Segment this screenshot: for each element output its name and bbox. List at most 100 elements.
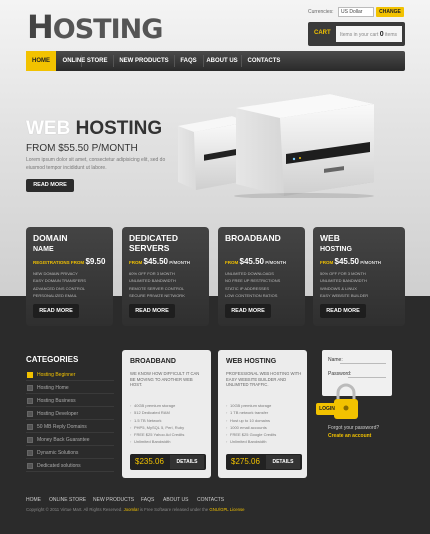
password-field[interactable] (348, 377, 386, 378)
card-subtitle: WE KNOW HOW DIFFICULT IT CAN BE MOVING T… (130, 371, 200, 388)
bullet-icon (27, 372, 33, 378)
plan-feature: PERSONALIZED EMAIL (33, 292, 78, 298)
nav-home[interactable]: HOME (26, 51, 56, 71)
cart-box[interactable]: CART Items in your cart 0 items (308, 22, 405, 46)
details-button[interactable]: DETAILS (170, 455, 204, 469)
plan-price: FROM $45.50 P/MONTH (225, 257, 286, 266)
category-item[interactable]: Dynamic Solutions (26, 447, 114, 459)
nav-about-us[interactable]: ABOUT US (204, 51, 240, 71)
category-item[interactable]: Hosting Business (26, 395, 114, 407)
card-feature: Unlimited Bandwidth (130, 438, 184, 446)
forgot-password-link[interactable]: Forgot your password? (328, 425, 379, 431)
plan-price: REGISTRATIONS FROM $9.50 (33, 257, 105, 266)
footer-link-faqs[interactable]: FAQS (141, 497, 154, 503)
plan-domain-name: DOMAIN NAME REGISTRATIONS FROM $9.50 NEW… (26, 227, 113, 326)
card-feature: 1000 email accounts (226, 424, 276, 432)
hero-title-dark: HOSTING (75, 118, 163, 139)
bullet-icon (27, 437, 33, 443)
footer-link-new-products[interactable]: NEW PRODUCTS (93, 497, 134, 503)
currency-select[interactable]: US Dollar (338, 7, 374, 17)
category-label: Dynamic Solutions (37, 450, 79, 456)
category-item[interactable]: Hosting Developer (26, 408, 114, 420)
plan-features: 60% OFF FOR 3 MONTH UNLIMITED BANDWIDTH … (129, 270, 185, 299)
details-button[interactable]: DETAILS (266, 455, 300, 469)
plan-read-more-button[interactable]: READ MORE (129, 304, 175, 318)
category-label: Hosting Business (37, 398, 76, 404)
card-feature: 1 TB network transfer (226, 409, 276, 417)
plan-title-line2: HOSTING (320, 245, 352, 253)
joomla-link[interactable]: Joomla! (124, 507, 139, 512)
category-label: 50 MB Reply Domains (37, 424, 87, 430)
plan-title-line2: SERVERS (129, 242, 170, 253)
cart-text-after: items (385, 32, 397, 38)
plan-price-per: P/MONTH (265, 260, 286, 265)
footer-link-contacts[interactable]: CONTACTS (197, 497, 224, 503)
card-feature: 40GB premium storage (130, 402, 184, 410)
logo[interactable]: HOSTING (27, 8, 164, 46)
plan-web-hosting: WEB HOSTING FROM $45.50 P/MONTH 50% OFF … (313, 227, 405, 326)
hero-title: WEB HOSTING (26, 118, 162, 140)
cart-label: CART (314, 30, 331, 36)
card-feature: Unlimited Bandwidth (226, 438, 276, 446)
plan-read-more-button[interactable]: READ MORE (225, 304, 271, 318)
plan-price: FROM $45.50 P/MONTH (320, 257, 381, 266)
change-currency-button[interactable]: CHANGE (376, 7, 404, 17)
hero-read-more-button[interactable]: READ MORE (26, 179, 74, 192)
plan-title-line2: NAME (33, 245, 54, 253)
nav-contacts[interactable]: CONTACTS (242, 51, 286, 71)
category-label: Hosting Developer (37, 411, 79, 417)
plan-feature: WINDOWS & LINUX (320, 285, 357, 291)
plan-title: DOMAIN NAME (33, 233, 68, 254)
plan-feature: SECURE PRIVATE NETWORK (129, 292, 185, 298)
nav-new-products[interactable]: NEW PRODUCTS (115, 51, 173, 71)
category-item[interactable]: Hosting Beginner (26, 369, 114, 381)
plan-feature: LOW CONTENTION RATIOS (225, 292, 278, 298)
plan-price-value: $45.50 (239, 257, 264, 266)
plan-price-per: P/MONTH (360, 260, 381, 265)
copyright-text: Copyright © 2011 Virtue Mart. All Rights… (26, 507, 123, 512)
card-subtitle: PROFESSIONAL WEB HOSTING WITH EASY WEBSI… (226, 371, 302, 388)
plan-title: WEB HOSTING (320, 233, 352, 254)
plan-read-more-button[interactable]: READ MORE (33, 304, 79, 318)
main-nav: HOME ONLINE STORE NEW PRODUCTS FAQS ABOU… (26, 51, 405, 71)
plan-price-prefix: FROM (320, 260, 334, 265)
plan-dedicated-servers: DEDICATED SERVERS FROM $45.50 P/MONTH 60… (122, 227, 209, 326)
bullet-icon (27, 450, 33, 456)
plan-read-more-button[interactable]: READ MORE (320, 304, 366, 318)
plan-feature: STATIC IP ADDRESSES (225, 285, 270, 291)
plan-features: 50% OFF FOR 3 MONTH UNLIMITED BANDWIDTH … (320, 270, 368, 299)
plan-features: UNLIMITED DOWNLOADS NO FREE UP RESTRICTI… (225, 270, 280, 299)
footer-link-home[interactable]: HOME (26, 497, 41, 503)
category-item[interactable]: Dedicated solutions (26, 460, 114, 472)
category-item[interactable]: 50 MB Reply Domains (26, 421, 114, 433)
hero-price: FROM $55.50 P/MONTH (26, 143, 138, 154)
nav-faqs[interactable]: FAQS (175, 51, 202, 71)
license-link[interactable]: GNU/GPL License (209, 507, 244, 512)
plan-title-line1: DOMAIN (33, 233, 68, 243)
categories-heading: CATEGORIES (26, 355, 79, 364)
plan-price-value: $45.50 (334, 257, 359, 266)
footer-link-about-us[interactable]: ABOUT US (163, 497, 188, 503)
footer-link-online-store[interactable]: ONLINE STORE (49, 497, 86, 503)
server-illustration (178, 94, 374, 198)
padlock-icon (334, 383, 358, 419)
plan-price-per: P/MONTH (169, 260, 190, 265)
card-footer: $275.06 DETAILS (226, 454, 302, 470)
plan-title-line1: WEB (320, 233, 340, 243)
logo-text: OSTING (52, 14, 164, 45)
plan-feature: EASY WEBSITE BUILDER (320, 292, 369, 298)
hero-text: Lorem ipsum dolor sit amet, consectetur … (26, 157, 166, 171)
plan-feature: NEW DOMAIN PRIVACY (33, 271, 78, 276)
category-item[interactable]: Money Back Guarantee (26, 434, 114, 446)
create-account-link[interactable]: Create an account (328, 433, 371, 439)
plan-title-line1: BROADBAND (225, 233, 281, 243)
category-item[interactable]: Hosting Home (26, 382, 114, 394)
card-features: 40GB premium storage 512 Dedicated RAM 1… (130, 402, 184, 446)
name-field[interactable] (340, 363, 386, 364)
plan-price-value: $45.50 (143, 257, 168, 266)
login-button[interactable]: LOGIN (316, 403, 338, 415)
nav-online-store[interactable]: ONLINE STORE (59, 51, 111, 71)
card-title: BROADBAND (130, 358, 176, 365)
cart-text-before: Items in your cart (340, 32, 379, 38)
plan-feature: ADVANCED DNS CONTROL (33, 285, 86, 291)
